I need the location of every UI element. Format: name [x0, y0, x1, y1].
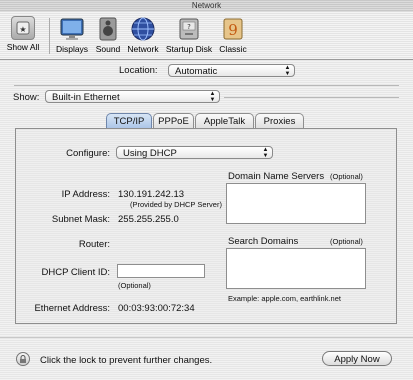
dns-optional: (Optional): [330, 172, 363, 181]
network-preferences-window: Network ★ Show All Displays Sound Networ…: [0, 0, 413, 380]
toolbar-label-sound: Sound: [95, 44, 121, 54]
popup-arrows-icon: ▲ ▼: [262, 147, 269, 159]
toolbar-startup-disk[interactable]: ? Startup Disk: [164, 16, 214, 54]
toolbar-separator: [49, 18, 50, 54]
svg-text:★: ★: [19, 25, 26, 34]
lock-icon: [20, 355, 26, 363]
dhcp-client-id-field[interactable]: [117, 264, 205, 278]
divider: [14, 85, 399, 86]
toolbar-displays[interactable]: Displays: [54, 16, 90, 54]
network-globe-icon: [130, 16, 156, 42]
toolbar-label-classic: Classic: [219, 44, 247, 54]
toolbar-sound[interactable]: Sound: [93, 16, 123, 54]
configure-label: Configure:: [66, 148, 110, 159]
ip-address-value: 130.191.242.13: [118, 189, 185, 200]
ethernet-address-label: Ethernet Address:: [34, 303, 110, 314]
toolbar: ★ Show All Displays Sound Network ? Star…: [0, 12, 413, 60]
subnet-mask-value: 255.255.255.0: [118, 214, 179, 225]
displays-icon: [59, 16, 85, 42]
divider: [224, 97, 399, 98]
apply-now-button[interactable]: Apply Now: [322, 351, 392, 366]
popup-arrows-icon: ▲ ▼: [209, 91, 216, 103]
show-label: Show:: [13, 92, 40, 103]
classic-icon: 9: [220, 16, 246, 42]
toolbar-label-displays: Displays: [55, 44, 89, 54]
tab-tcpip[interactable]: TCP/IP: [106, 113, 152, 129]
configure-value: Using DHCP: [123, 148, 177, 159]
popup-arrows-icon: ▲ ▼: [284, 65, 291, 77]
svg-text:9: 9: [228, 21, 238, 39]
toolbar-label-show-all: Show All: [6, 42, 40, 52]
ip-address-note: (Provided by DHCP Server): [130, 200, 222, 209]
show-all-icon: ★: [11, 16, 35, 40]
ethernet-address-value: 00:03:93:00:72:34: [118, 303, 195, 314]
toolbar-label-network: Network: [127, 44, 159, 54]
search-domains-example: Example: apple.com, earthlink.net: [228, 294, 341, 303]
startup-disk-icon: ?: [176, 16, 202, 42]
dhcp-client-id-label: DHCP Client ID:: [41, 267, 110, 278]
window-title: Network: [0, 0, 413, 12]
location-label: Location:: [119, 65, 158, 76]
location-popup[interactable]: Automatic ▲ ▼: [168, 64, 295, 77]
toolbar-show-all[interactable]: ★ Show All: [4, 16, 42, 52]
footer-divider: [0, 337, 413, 338]
sound-icon: [95, 16, 121, 42]
search-domains-field[interactable]: [226, 248, 366, 289]
tab-appletalk[interactable]: AppleTalk: [195, 113, 254, 129]
show-popup[interactable]: Built-in Ethernet ▲ ▼: [45, 90, 220, 103]
svg-text:?: ?: [187, 23, 191, 31]
toolbar-label-startup-disk: Startup Disk: [165, 44, 213, 54]
tab-pppoe[interactable]: PPPoE: [153, 113, 194, 129]
ip-address-label: IP Address:: [61, 189, 110, 200]
router-label: Router:: [78, 239, 110, 250]
lock-message: Click the lock to prevent further change…: [40, 355, 213, 366]
toolbar-network[interactable]: Network: [125, 16, 161, 54]
show-value: Built-in Ethernet: [52, 92, 120, 103]
search-domains-optional: (Optional): [330, 237, 363, 246]
subnet-mask-label: Subnet Mask:: [51, 214, 110, 225]
lock-button[interactable]: [16, 352, 30, 366]
tab-proxies[interactable]: Proxies: [255, 113, 304, 129]
dns-servers-field[interactable]: [226, 183, 366, 224]
search-domains-label: Search Domains: [228, 236, 299, 247]
dhcp-client-id-note: (Optional): [118, 281, 151, 290]
location-value: Automatic: [175, 66, 218, 77]
toolbar-classic[interactable]: 9 Classic: [217, 16, 249, 54]
dns-label: Domain Name Servers: [228, 171, 325, 182]
configure-popup[interactable]: Using DHCP ▲ ▼: [116, 146, 273, 159]
